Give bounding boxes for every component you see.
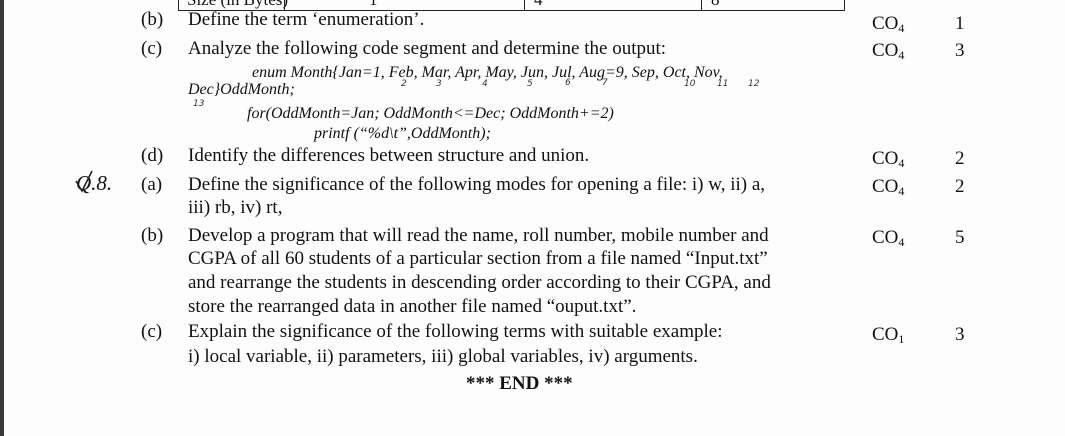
question-text: Explain the significance of the followin… xyxy=(188,321,723,342)
table-cell-1: 1 xyxy=(369,0,378,8)
question-text: CGPA of all 60 students of a particular … xyxy=(188,248,768,269)
marks: 3 xyxy=(955,324,965,345)
table-divider xyxy=(524,0,525,10)
question-text: and rearrange the students in descending… xyxy=(188,272,771,293)
handwritten-number: 2 xyxy=(401,79,407,89)
handwritten-number: 4 xyxy=(482,79,488,89)
marks: 3 xyxy=(955,40,965,61)
course-outcome: CO4 xyxy=(872,227,905,249)
question-text: Define the term ‘enumeration’. xyxy=(188,9,425,30)
handwritten-number: 6 xyxy=(565,78,571,88)
marks: 2 xyxy=(955,176,965,197)
code-line: printf (“%d\t”,OddMonth); xyxy=(314,125,491,142)
handwritten-number: 3 xyxy=(436,79,442,89)
question-label: (d) xyxy=(141,145,164,166)
question-number-8: Q.8. xyxy=(75,170,113,195)
course-outcome: CO4 xyxy=(872,40,905,62)
course-outcome: CO4 xyxy=(872,148,905,170)
question-text: i) local variable, ii) parameters, iii) … xyxy=(188,346,698,367)
question-text: Identify the differences between structu… xyxy=(188,145,590,166)
question-text: store the rearranged data in another fil… xyxy=(188,296,637,317)
code-line: Dec}OddMonth; xyxy=(188,81,295,98)
course-outcome: CO1 xyxy=(872,324,905,346)
handwritten-number: 13 xyxy=(193,99,205,109)
question-label: (c) xyxy=(141,38,163,59)
question-text: Develop a program that will read the nam… xyxy=(188,225,769,246)
handwritten-number: 10 xyxy=(684,79,696,89)
marks: 2 xyxy=(955,148,965,169)
table-cell-4: 4 xyxy=(534,0,543,8)
table-divider xyxy=(701,0,702,10)
handwritten-number: 5 xyxy=(527,79,533,89)
exam-page: Size (in Bytes) 1 4 8 (b) Define the ter… xyxy=(0,0,1065,436)
question-text: iii) rb, iv) rt, xyxy=(188,197,283,218)
course-outcome: CO4 xyxy=(872,13,905,35)
question-label: (c) xyxy=(141,321,163,342)
code-line: for(OddMonth=Jan; OddMonth<=Dec; OddMont… xyxy=(247,105,614,122)
end-marker: *** END *** xyxy=(466,373,573,394)
handwritten-number: 11 xyxy=(717,79,729,89)
question-label: (b) xyxy=(141,9,164,30)
scan-edge xyxy=(0,0,4,436)
question-text: Analyze the following code segment and d… xyxy=(188,38,667,59)
table-cell-size: Size (in Bytes) xyxy=(187,0,288,8)
question-text: Define the significance of the following… xyxy=(188,174,766,195)
tick-mark-icon xyxy=(75,170,93,193)
marks: 5 xyxy=(955,227,965,248)
handwritten-number: 7 xyxy=(602,78,608,88)
handwritten-number: 12 xyxy=(748,79,760,89)
marks: 1 xyxy=(955,13,965,34)
table-cell-8: 8 xyxy=(711,0,720,8)
question-label: (a) xyxy=(141,174,163,195)
course-outcome: CO4 xyxy=(872,176,905,198)
question-label: (b) xyxy=(141,225,164,246)
